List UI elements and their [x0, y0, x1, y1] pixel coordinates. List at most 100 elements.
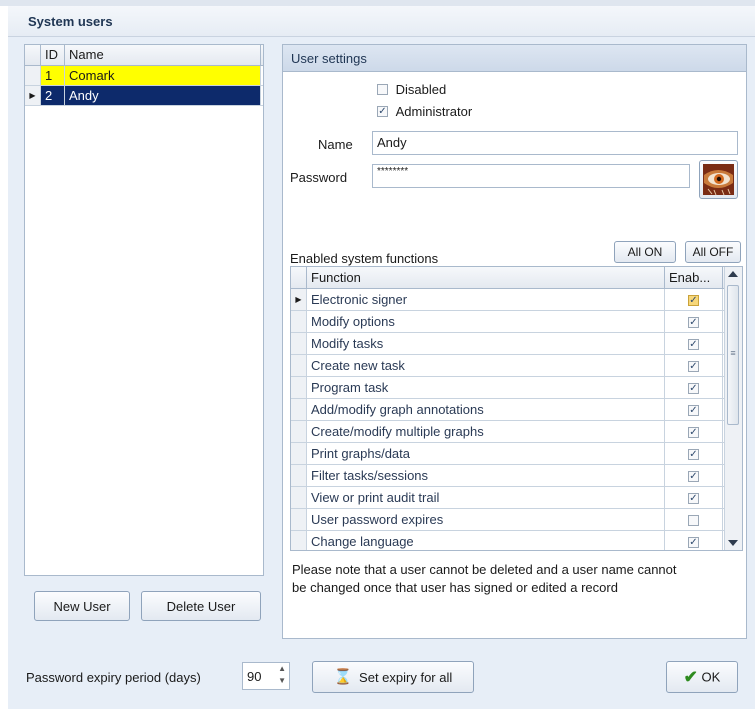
table-row[interactable]: Create new task ✓	[291, 355, 742, 377]
checkmark-icon: ✔	[683, 667, 698, 687]
function-name-cell: Program task	[307, 377, 665, 398]
user-name-cell: Andy	[65, 86, 261, 105]
function-name-cell: Print graphs/data	[307, 443, 665, 464]
set-expiry-label: Set expiry for all	[359, 669, 453, 685]
table-row[interactable]: Change language ✓	[291, 531, 742, 550]
enabled-cell: ✓	[665, 443, 723, 464]
disabled-checkbox-row[interactable]: Disabled	[377, 81, 446, 97]
administrator-label: Administrator	[395, 104, 473, 120]
table-row[interactable]: Filter tasks/sessions ✓	[291, 465, 742, 487]
note-text: Please note that a user cannot be delete…	[292, 561, 677, 597]
table-row[interactable]: 1 Comark	[25, 66, 263, 86]
enabled-checkbox[interactable]: ✓	[688, 295, 699, 307]
spin-down-icon[interactable]: ▼	[278, 676, 286, 685]
row-indicator	[291, 311, 307, 332]
function-name-cell: Create/modify multiple graphs	[307, 421, 665, 442]
functions-rows: ▶ Electronic signer ✓ Modify options ✓ Modify…	[291, 289, 742, 550]
table-row[interactable]: Modify options ✓	[291, 311, 742, 333]
table-row[interactable]: Program task ✓	[291, 377, 742, 399]
column-header-id[interactable]: ID	[41, 45, 65, 65]
name-label: Name	[318, 137, 353, 152]
eye-icon	[703, 164, 734, 196]
users-grid[interactable]: ID Name 1 Comark ▶ 2 Andy	[24, 44, 264, 576]
all-on-button[interactable]: All ON	[614, 241, 676, 263]
ok-button[interactable]: ✔ OK	[666, 661, 738, 693]
enabled-cell: ✓	[665, 377, 723, 398]
expiry-value[interactable]: 90	[247, 669, 261, 684]
enabled-checkbox[interactable]: ✓	[688, 471, 699, 483]
set-expiry-button[interactable]: ⌛ Set expiry for all	[312, 661, 474, 693]
function-name-cell: View or print audit trail	[307, 487, 665, 508]
user-settings-header: User settings	[283, 45, 746, 72]
enabled-checkbox[interactable]: ✓	[688, 317, 699, 329]
administrator-checkbox-row[interactable]: ✓ Administrator	[377, 103, 472, 119]
enabled-checkbox[interactable]: ✓	[688, 493, 699, 505]
enabled-cell: ✓	[665, 487, 723, 508]
password-label: Password	[290, 170, 348, 185]
table-row[interactable]: ▶ 2 Andy	[25, 86, 263, 106]
enabled-checkbox[interactable]: ✓	[688, 361, 699, 373]
expiry-label: Password expiry period (days)	[26, 670, 201, 685]
scroll-down-arrow-icon[interactable]	[728, 540, 738, 546]
function-name-cell: Change language	[307, 531, 665, 550]
password-field[interactable]: ********	[372, 164, 690, 188]
all-off-button[interactable]: All OFF	[685, 241, 741, 263]
enabled-checkbox[interactable]: ✓	[688, 427, 699, 439]
row-indicator	[291, 421, 307, 442]
function-name-cell: Create new task	[307, 355, 665, 376]
row-indicator	[291, 487, 307, 508]
row-indicator-header	[291, 267, 307, 288]
enabled-checkbox[interactable]	[688, 515, 699, 527]
table-row[interactable]: Add/modify graph annotations ✓	[291, 399, 742, 421]
column-header-function[interactable]: Function	[307, 267, 665, 288]
window-title: System users	[28, 14, 113, 29]
table-row[interactable]: View or print audit trail ✓	[291, 487, 742, 509]
enabled-cell: ✓	[665, 289, 723, 310]
table-row[interactable]: Print graphs/data ✓	[291, 443, 742, 465]
enabled-checkbox[interactable]: ✓	[688, 537, 699, 549]
enabled-cell: ✓	[665, 311, 723, 332]
new-user-button[interactable]: New User	[34, 591, 130, 621]
ok-label: OK	[701, 669, 721, 685]
function-name-cell: Modify options	[307, 311, 665, 332]
scroll-up-arrow-icon[interactable]	[728, 271, 738, 277]
enabled-cell: ✓	[665, 399, 723, 420]
name-field[interactable]: Andy	[372, 131, 738, 155]
column-header-name[interactable]: Name	[65, 45, 261, 65]
row-indicator	[291, 531, 307, 550]
enabled-cell: ✓	[665, 355, 723, 376]
table-row[interactable]: Create/modify multiple graphs ✓	[291, 421, 742, 443]
row-indicator	[291, 355, 307, 376]
enabled-checkbox[interactable]: ✓	[688, 449, 699, 461]
row-indicator	[291, 465, 307, 486]
enabled-checkbox[interactable]: ✓	[688, 339, 699, 351]
function-name-cell: Electronic signer	[307, 289, 665, 310]
table-row[interactable]: Modify tasks ✓	[291, 333, 742, 355]
function-name-cell: Add/modify graph annotations	[307, 399, 665, 420]
disabled-checkbox[interactable]	[377, 84, 388, 96]
enabled-checkbox[interactable]: ✓	[688, 383, 699, 395]
show-password-button[interactable]	[699, 160, 738, 199]
row-indicator	[291, 509, 307, 530]
users-grid-header: ID Name	[25, 45, 263, 66]
function-name-cell: Filter tasks/sessions	[307, 465, 665, 486]
grip-icon: ≡	[730, 348, 736, 358]
expiry-spinner[interactable]: 90 ▲ ▼	[242, 662, 290, 690]
enabled-cell: ✓	[665, 333, 723, 354]
column-header-enabled[interactable]: Enab...	[665, 267, 723, 288]
administrator-checkbox[interactable]: ✓	[377, 106, 388, 118]
row-indicator	[291, 377, 307, 398]
functions-scrollbar[interactable]: ≡	[724, 267, 742, 550]
functions-grid[interactable]: Function Enab... ▶ Electronic signer ✓ Modi…	[290, 266, 743, 551]
delete-user-button[interactable]: Delete User	[141, 591, 261, 621]
user-settings-title: User settings	[291, 51, 367, 66]
enabled-cell: ✓	[665, 421, 723, 442]
functions-grid-header: Function Enab...	[291, 267, 742, 289]
note-line-1: Please note that a user cannot be delete…	[292, 562, 677, 577]
table-row[interactable]: ▶ Electronic signer ✓	[291, 289, 742, 311]
scrollbar-thumb[interactable]: ≡	[727, 285, 739, 425]
note-line-2: be changed once that user has signed or …	[292, 580, 618, 595]
enabled-checkbox[interactable]: ✓	[688, 405, 699, 417]
table-row[interactable]: User password expires	[291, 509, 742, 531]
spin-up-icon[interactable]: ▲	[278, 664, 286, 673]
